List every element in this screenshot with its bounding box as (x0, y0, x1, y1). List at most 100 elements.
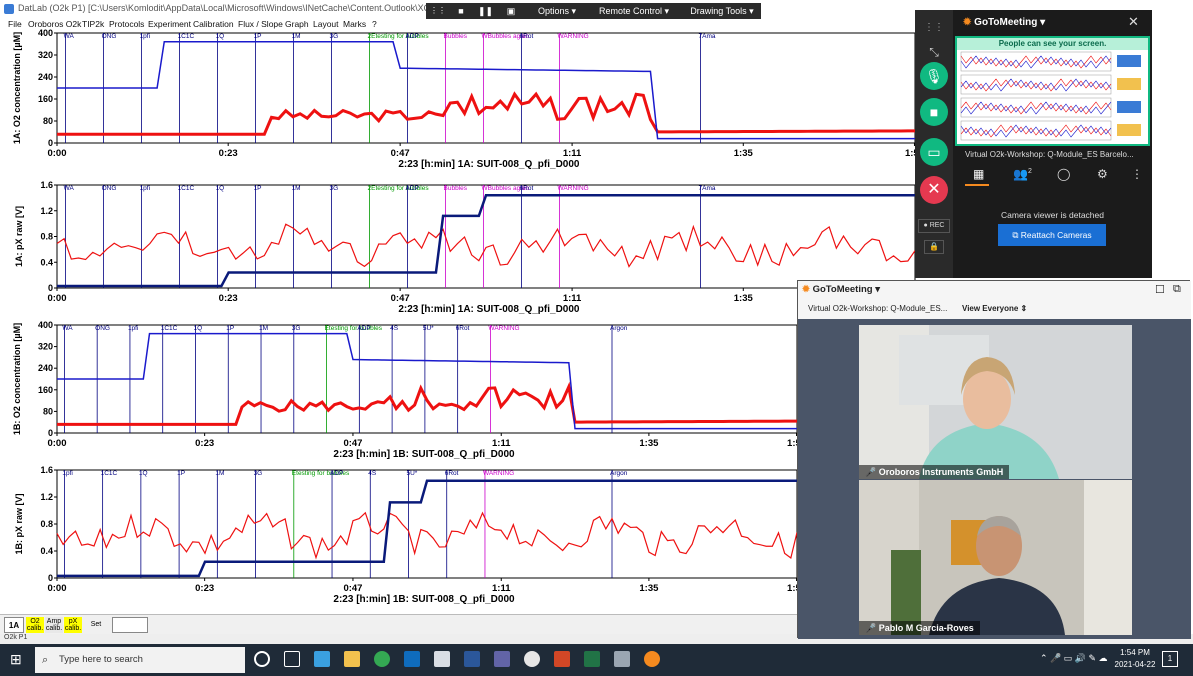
cortana-icon[interactable] (254, 651, 270, 667)
view-everyone-dropdown[interactable]: View Everyone ⇕ (962, 299, 1027, 319)
amp-calib-button[interactable]: Amp calib. (45, 617, 63, 633)
grid-view-icon[interactable]: ▦ (973, 167, 984, 181)
video-tile-2[interactable]: 🎤 Pablo M Garcia-Roves (859, 480, 1132, 635)
goto-main: ✹ GoToMeeting ▾ ✕ People can see your sc… (953, 10, 1152, 278)
x-tick-label: 0:00 (47, 293, 66, 304)
y-tick-label: 0.4 (40, 546, 53, 556)
x-axis-title: 2:23 [h:min] 1A: SUIT-008_Q_pfi_D000 (398, 159, 580, 170)
y-tick-label: 80 (43, 406, 53, 416)
event-mark-label: WARNING (488, 325, 519, 332)
event-mark-label: WA (62, 325, 73, 332)
event-mark-label: 2Etesting for bubbles (368, 185, 430, 192)
o2-calib-button[interactable]: O2 calib. (26, 617, 44, 633)
preview-legend (1117, 55, 1141, 67)
app-icon-3[interactable] (524, 651, 540, 667)
event-mark-label: WA (64, 33, 75, 40)
rec-label: REC (929, 222, 945, 229)
y-tick-label: 240 (38, 363, 53, 373)
y-tick-label: 160 (38, 385, 53, 395)
chat-icon[interactable]: ◯ (1057, 167, 1070, 181)
task-view-icon[interactable] (284, 651, 300, 667)
event-mark-label: 1Q (216, 185, 225, 192)
event-mark-label: 7Ama (699, 185, 716, 192)
x-tick-label: 0:23 (219, 148, 238, 159)
settings-icon[interactable]: ⚙ (1097, 167, 1108, 181)
maximize-icon[interactable]: ☐ (1155, 283, 1165, 296)
y-tick-label: 80 (43, 116, 53, 126)
goto-video-window: ✹ GoToMeeting ▾ ☐ ⧉ Virtual O2k-Workshop… (797, 280, 1191, 639)
event-mark-label: 1C1C (178, 33, 195, 40)
event-mark-label: 1M (292, 185, 301, 192)
microphone-button[interactable]: 🎙 (920, 62, 948, 90)
outlook-icon[interactable] (404, 651, 420, 667)
x-tick-label: 0:23 (195, 583, 214, 594)
preview-thumbnail (960, 51, 1141, 141)
camera-button[interactable]: ■ (920, 98, 948, 126)
set-temp-field[interactable] (112, 617, 148, 633)
close-panel-icon[interactable]: ✕ (1128, 14, 1139, 30)
y-axis-label: 1B: O2 concentration [µM] (12, 323, 22, 435)
meeting-name: Virtual O2k-Workshop: Q-Module_ES Barcel… (965, 150, 1134, 159)
x-axis-title: 2:23 [h:min] 1A: SUIT-008_Q_pfi_D000 (398, 304, 580, 315)
stop-icon[interactable]: ■ (454, 3, 468, 19)
video-tile-1[interactable]: 🎤 Oroboros Instruments GmbH (859, 325, 1132, 479)
windows-start-icon[interactable]: ⊞ (10, 651, 26, 667)
participant-2-label: 🎤 Pablo M Garcia-Roves (859, 621, 980, 635)
options-dropdown[interactable]: Options ▾ (532, 3, 582, 19)
taskbar-clock[interactable]: 1:54 PM 2021-04-22 (1113, 647, 1157, 673)
word-icon[interactable] (464, 651, 480, 667)
event-mark-label: ADP (406, 33, 419, 40)
attendees-icon[interactable]: 👥2 (1013, 167, 1032, 181)
remote-control-label: Remote Control (598, 6, 662, 16)
sharing-banner: People can see your screen. (957, 38, 1148, 50)
video-meeting-name: Virtual O2k-Workshop: Q-Module_ES... (808, 304, 948, 313)
x-tick-label: 0:00 (47, 583, 66, 594)
chrome-icon[interactable] (374, 651, 390, 667)
event-mark-label: 6Rot (520, 33, 534, 40)
notification-icon[interactable]: 1 (1162, 651, 1178, 667)
teams-icon[interactable] (494, 651, 510, 667)
y-tick-label: 0.4 (40, 257, 53, 267)
leave-button[interactable]: ✕ (920, 176, 948, 204)
monitor-icon[interactable]: ▣ (504, 3, 518, 19)
event-mark-label: 1M (292, 33, 301, 40)
event-mark-label: ADP (330, 470, 343, 477)
y-tick-label: 320 (38, 50, 53, 60)
y-tick-label: 320 (38, 342, 53, 352)
pause-icon[interactable]: ❚❚ (478, 3, 493, 19)
powerpoint-icon[interactable] (554, 651, 570, 667)
more-icon[interactable]: ⋮ (1131, 167, 1143, 181)
app-icon-2[interactable] (434, 651, 450, 667)
lock-icon[interactable]: 🔒 (924, 240, 944, 254)
camera-icon: ■ (929, 104, 939, 120)
y-tick-label: 0 (48, 283, 53, 293)
y-tick-label: 1.6 (40, 465, 53, 475)
x-tick-label: 1:35 (734, 148, 754, 159)
taskbar: ⊞ ⌕ Type here to search ⌃ 🎤 ▭ 🔊 ✎ ☁ 1:54… (0, 644, 1193, 676)
system-tray[interactable]: ⌃ 🎤 ▭ 🔊 ✎ ☁ (1040, 653, 1108, 664)
app-icon-4[interactable] (614, 651, 630, 667)
excel-icon[interactable] (584, 651, 600, 667)
y-tick-label: 160 (38, 94, 53, 104)
reattach-cameras-button[interactable]: ⧉ Reattach Cameras (998, 224, 1106, 246)
y-tick-label: 0.8 (40, 519, 53, 529)
event-mark-label: Bubbles (444, 185, 468, 192)
screen-icon: ▭ (927, 144, 941, 160)
px-calib-button[interactable]: pX calib. (64, 617, 82, 633)
video-brand: ✹ GoToMeeting ▾ (802, 284, 881, 295)
drawing-tools-dropdown[interactable]: Drawing Tools ▾ (684, 3, 760, 19)
tab-1a[interactable]: 1A (4, 617, 24, 633)
gotomeeting-icon[interactable] (644, 651, 660, 667)
record-button[interactable]: ● REC (918, 219, 950, 233)
drawing-tools-label: Drawing Tools (690, 6, 747, 16)
goto-flower-icon: ✹ (963, 17, 972, 28)
drag-handle-icon[interactable]: ⋮⋮ (430, 3, 446, 19)
options-label: Options (537, 6, 569, 16)
file-explorer-icon[interactable] (344, 651, 360, 667)
event-mark-label: Argon (610, 325, 628, 332)
app-icon-1[interactable] (314, 651, 330, 667)
taskbar-search[interactable]: ⌕ Type here to search (35, 647, 245, 673)
remote-control-dropdown[interactable]: Remote Control ▾ (594, 3, 674, 19)
screen-share-button[interactable]: ▭ (920, 138, 948, 166)
popout-icon[interactable]: ⧉ (1173, 283, 1181, 296)
